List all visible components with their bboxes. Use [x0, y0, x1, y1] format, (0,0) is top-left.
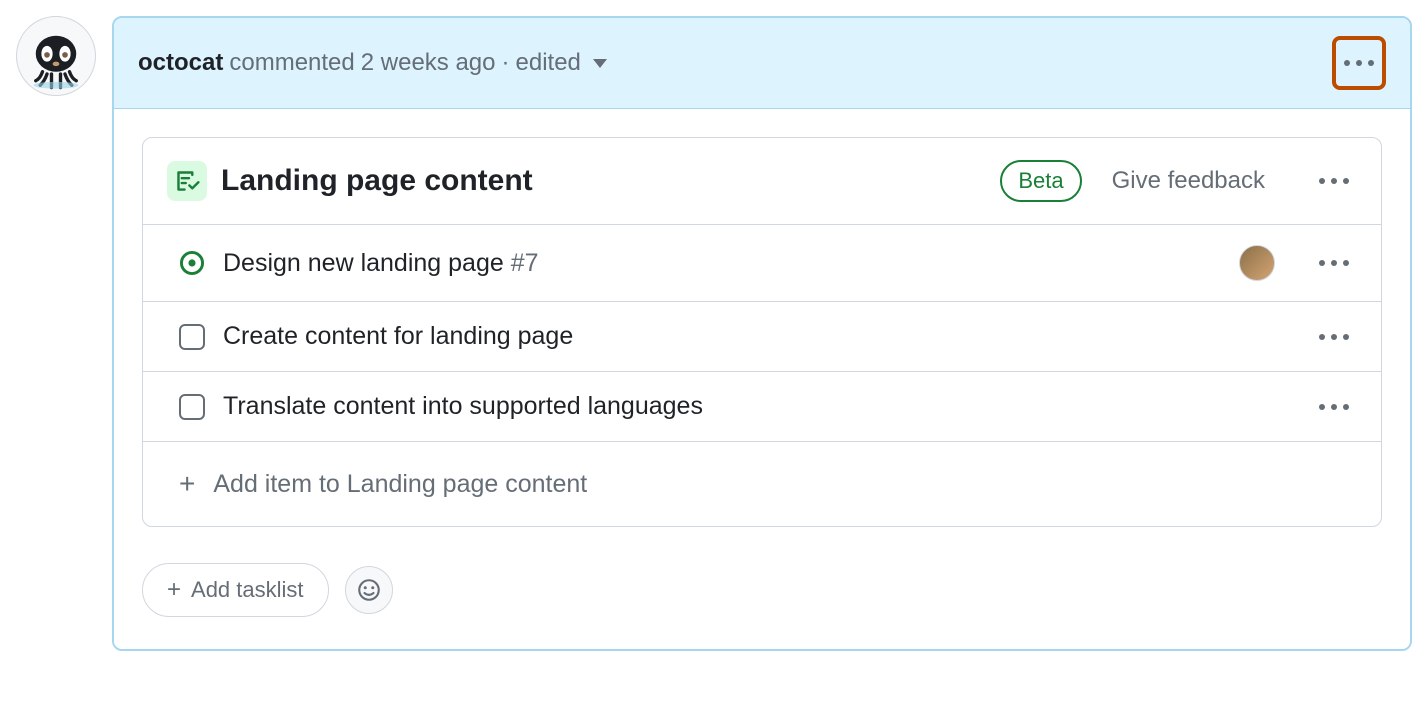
give-feedback-link[interactable]: Give feedback [1112, 167, 1265, 195]
tasklist-title: Landing page content [221, 164, 986, 198]
add-item-label: Add item to Landing page content [213, 470, 587, 499]
beta-badge: Beta [1000, 160, 1081, 202]
task-checkbox[interactable] [179, 324, 205, 350]
assignee-avatar[interactable] [1239, 245, 1275, 281]
caret-down-icon[interactable] [593, 59, 607, 68]
tasklist-card: Landing page content Beta Give feedback … [142, 137, 1382, 527]
add-reaction-button[interactable] [345, 566, 393, 614]
author-avatar[interactable] [16, 16, 96, 96]
task-row[interactable]: Design new landing page #7 [143, 224, 1381, 301]
add-item-row[interactable]: + Add item to Landing page content [143, 441, 1381, 526]
footer-actions: + Add tasklist [142, 563, 1382, 617]
tasklist-header: Landing page content Beta Give feedback [143, 138, 1381, 224]
separator: · [502, 49, 510, 77]
issue-open-icon [179, 250, 205, 276]
task-actions-menu[interactable] [1311, 326, 1357, 348]
comment-actions-menu[interactable] [1332, 36, 1386, 90]
add-tasklist-button[interactable]: + Add tasklist [142, 563, 329, 617]
comment-action: commented [229, 49, 354, 77]
octocat-icon [20, 20, 92, 92]
comment-timestamp[interactable]: 2 weeks ago [361, 49, 496, 77]
task-actions-menu[interactable] [1311, 252, 1357, 274]
comment-body: Landing page content Beta Give feedback … [114, 109, 1410, 649]
tasklist-actions-menu[interactable] [1311, 170, 1357, 192]
task-label: Create content for landing page [223, 322, 1275, 351]
plus-icon: + [179, 468, 195, 500]
comment-container: octocat commented 2 weeks ago · edited [112, 16, 1412, 651]
task-label: Translate content into supported languag… [223, 392, 1275, 421]
task-checkbox[interactable] [179, 394, 205, 420]
edited-label[interactable]: edited [516, 49, 581, 77]
task-actions-menu[interactable] [1311, 396, 1357, 418]
task-row[interactable]: Translate content into supported languag… [143, 371, 1381, 441]
comment-header: octocat commented 2 weeks ago · edited [114, 18, 1410, 109]
tasklist-icon [167, 161, 207, 201]
task-row[interactable]: Create content for landing page [143, 301, 1381, 371]
comment-author[interactable]: octocat [138, 49, 223, 77]
plus-icon: + [167, 576, 181, 604]
smiley-icon [357, 578, 381, 602]
issue-reference[interactable]: #7 [511, 249, 539, 277]
task-label: Design new landing page #7 [223, 249, 1221, 278]
